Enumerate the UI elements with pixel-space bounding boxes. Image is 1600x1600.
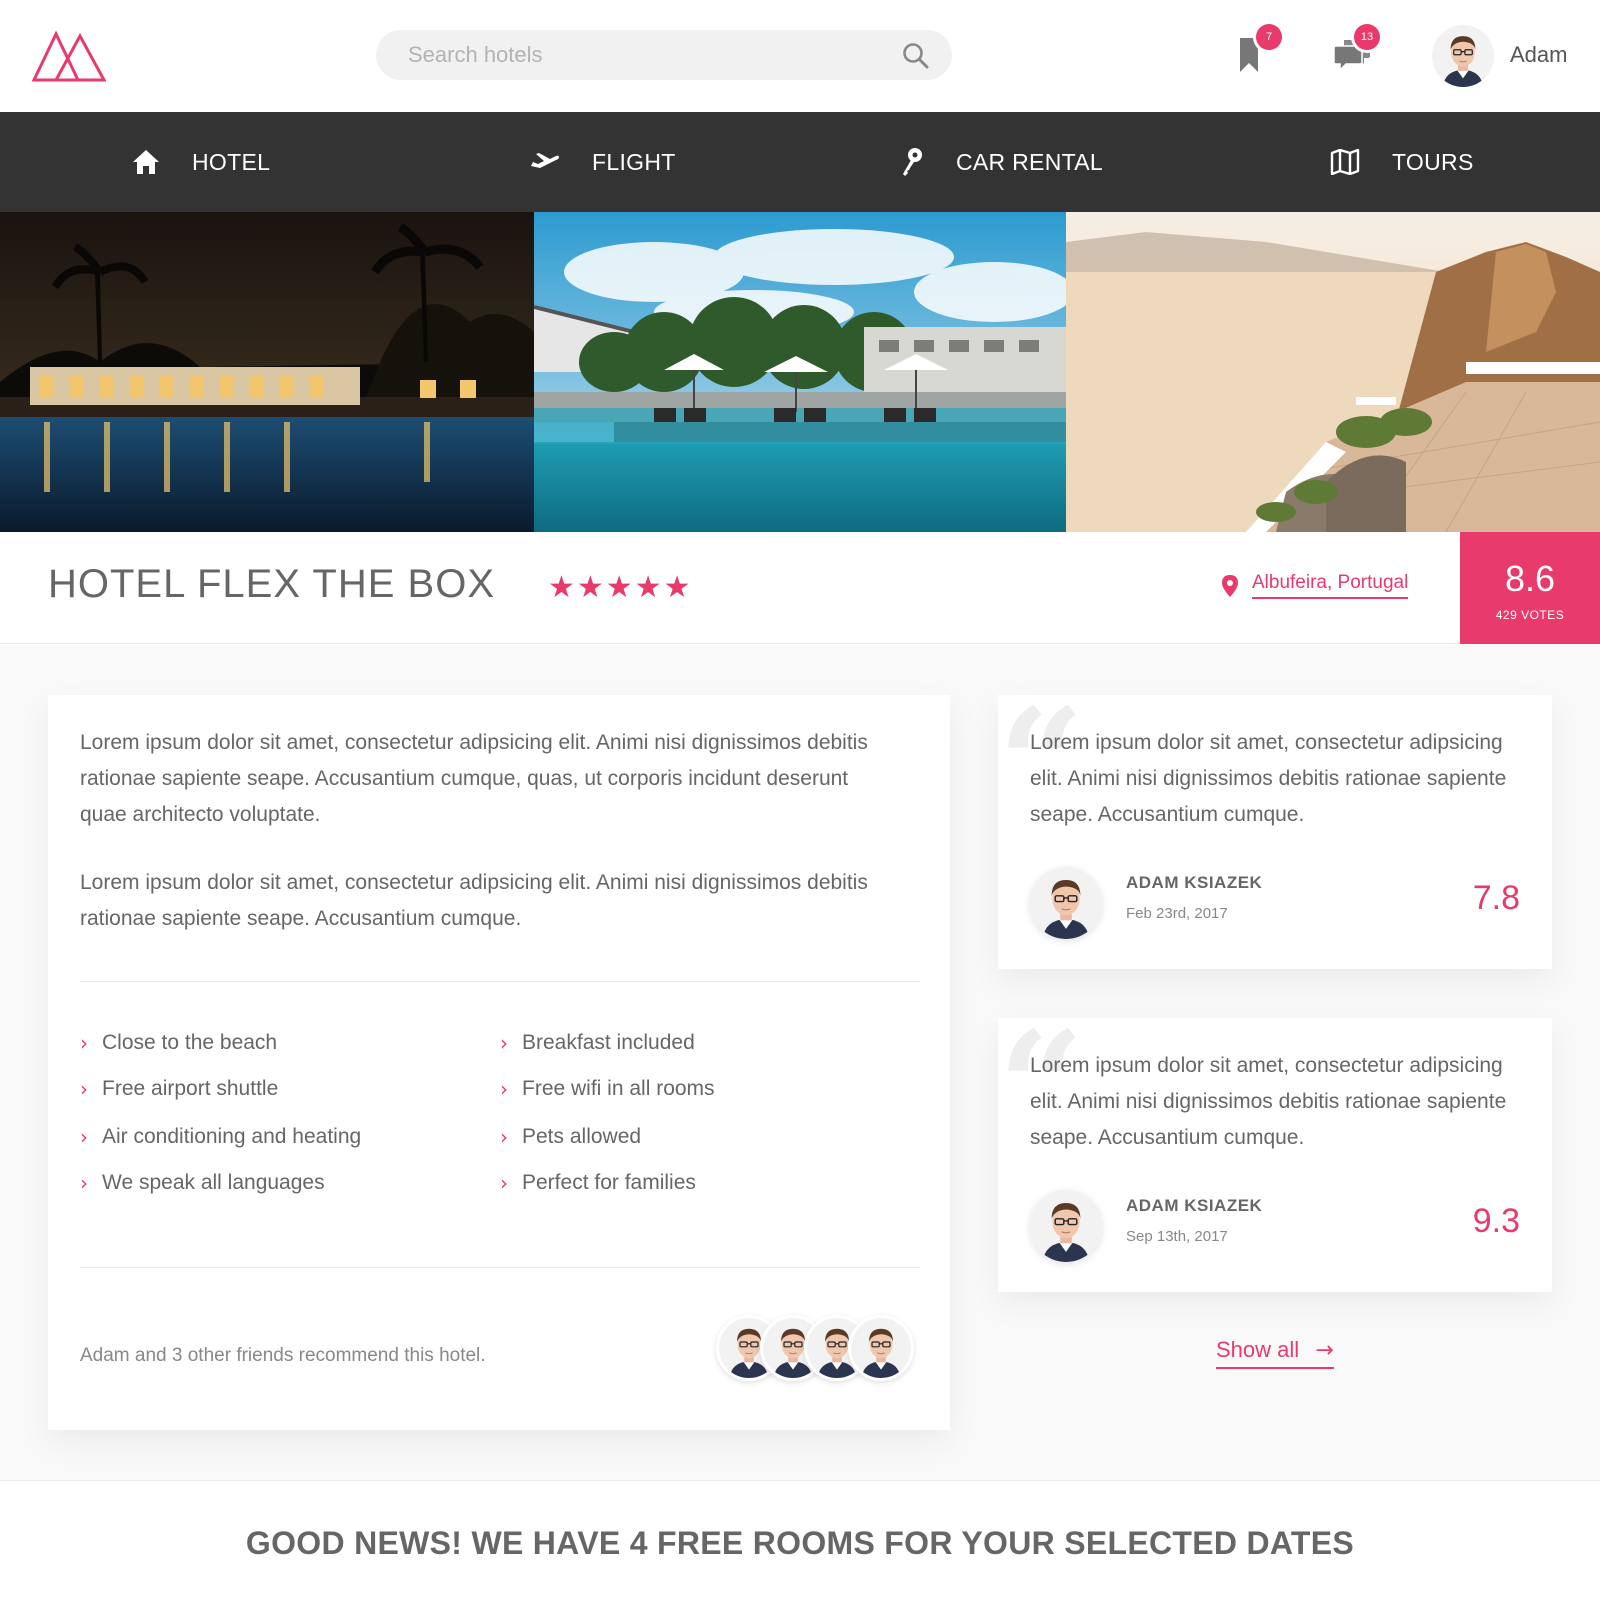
description-paragraph: Lorem ipsum dolor sit amet, consectetur … xyxy=(80,731,868,826)
bookmark-icon xyxy=(1240,38,1258,72)
arrow-right-icon: → xyxy=(1315,1338,1334,1363)
amenity-item: › Air conditioning and heating xyxy=(80,1125,362,1149)
gallery-photo-night-pool[interactable] xyxy=(0,212,534,532)
votes-count: 429 VOTES xyxy=(1495,608,1565,622)
main-nav: HOTEL FLIGHT CAR RENTAL TOURS xyxy=(0,112,1600,212)
top-header: 7 13 Adam xyxy=(0,0,1600,112)
chevron-right-icon: › xyxy=(500,1171,508,1195)
nav-item-car-rental[interactable]: CAR RENTAL xyxy=(900,112,1103,212)
nav-label-tours: TOURS xyxy=(1392,148,1474,175)
star-rating: ★★★★★ xyxy=(548,571,693,604)
nav-label-hotel: HOTEL xyxy=(192,148,271,175)
nav-label-flight: FLIGHT xyxy=(592,148,676,175)
chevron-right-icon: › xyxy=(80,1031,88,1055)
score-box: 8.6 429 VOTES xyxy=(1460,532,1600,644)
chevron-right-icon: › xyxy=(80,1077,88,1101)
gallery-photo-cliff-terrace[interactable] xyxy=(1066,212,1600,532)
key-icon xyxy=(903,148,922,176)
chevron-right-icon: › xyxy=(80,1125,88,1149)
hotel-details-card: Lorem ipsum dolor sit amet, consectetur … xyxy=(48,695,950,1430)
divider xyxy=(80,1267,920,1268)
amenity-item: › Perfect for families xyxy=(500,1171,696,1195)
messages-button[interactable]: 13 xyxy=(1328,22,1388,82)
nav-item-hotel[interactable]: HOTEL xyxy=(132,112,270,212)
bookmark-count-badge: 7 xyxy=(1256,24,1282,50)
search-bar xyxy=(376,30,952,80)
home-icon xyxy=(133,150,159,174)
amenity-item: › Free wifi in all rooms xyxy=(500,1077,715,1101)
nav-label-car-rental: CAR RENTAL xyxy=(956,148,1103,175)
chevron-right-icon: › xyxy=(500,1031,508,1055)
user-name[interactable]: Adam xyxy=(1510,42,1567,68)
review-date: Sep 13th, 2017 xyxy=(1126,1228,1228,1245)
nav-item-tours[interactable]: TOURS xyxy=(1330,112,1474,212)
reviewer-name[interactable]: ADAM KSIAZEK xyxy=(1126,873,1262,893)
chevron-right-icon: › xyxy=(500,1125,508,1149)
availability-banner: GOOD NEWS! WE HAVE 4 FREE ROOMS FOR YOUR… xyxy=(0,1480,1600,1600)
amenity-item: › We speak all languages xyxy=(80,1171,325,1195)
photo-gallery xyxy=(0,212,1600,532)
amenity-item: › Pets allowed xyxy=(500,1125,642,1149)
review-score: 7.8 xyxy=(1472,879,1520,917)
show-all-label: Show all xyxy=(1216,1337,1300,1362)
review-text: Lorem ipsum dolor sit amet, consectetur … xyxy=(1030,731,1507,826)
search-input[interactable] xyxy=(408,30,878,80)
description-paragraph: Lorem ipsum dolor sit amet, consectetur … xyxy=(80,871,868,930)
hotel-title-bar: HOTEL FLEX THE BOX ★★★★★ Albufeira, Port… xyxy=(0,532,1600,644)
review-card: “ Lorem ipsum dolor sit amet, consectetu… xyxy=(998,1012,1552,1292)
hotel-location: Albufeira, Portugal xyxy=(1222,572,1409,599)
location-link[interactable]: Albufeira, Portugal xyxy=(1252,572,1409,599)
gallery-photo-day-pool[interactable] xyxy=(534,212,1066,532)
logo-icon[interactable] xyxy=(32,30,106,82)
show-all-reviews-link[interactable]: Show all → xyxy=(1216,1337,1334,1369)
location-pin-icon xyxy=(1222,574,1238,597)
reviewer-name[interactable]: ADAM KSIAZEK xyxy=(1126,1196,1262,1216)
hotel-title: HOTEL FLEX THE BOX xyxy=(48,562,496,606)
friend-avatars xyxy=(716,1315,916,1381)
chevron-right-icon: › xyxy=(500,1077,508,1101)
review-card: “ Lorem ipsum dolor sit amet, consectetu… xyxy=(998,689,1552,969)
reviewer-avatar[interactable] xyxy=(1030,867,1102,939)
reviewer-avatar[interactable] xyxy=(1030,1190,1102,1262)
message-count-badge: 13 xyxy=(1354,24,1380,50)
content-area: Lorem ipsum dolor sit amet, consectetur … xyxy=(0,645,1600,1480)
bookmarks-button[interactable]: 7 xyxy=(1236,22,1286,82)
amenity-item: › Free airport shuttle xyxy=(80,1077,279,1101)
search-icon[interactable] xyxy=(902,42,930,70)
plane-icon xyxy=(531,153,559,168)
friends-recommend-text: Adam and 3 other friends recommend this … xyxy=(80,1345,486,1366)
friend-avatar[interactable] xyxy=(848,1315,914,1381)
nav-item-flight[interactable]: FLIGHT xyxy=(530,112,676,212)
review-date: Feb 23rd, 2017 xyxy=(1126,905,1228,922)
amenity-item: › Breakfast included xyxy=(500,1031,695,1055)
review-score: 9.3 xyxy=(1472,1202,1520,1240)
review-text: Lorem ipsum dolor sit amet, consectetur … xyxy=(1030,1054,1507,1149)
divider xyxy=(80,981,920,982)
availability-headline: GOOD NEWS! WE HAVE 4 FREE ROOMS FOR YOUR… xyxy=(245,1525,1355,1561)
hotel-score: 8.6 xyxy=(1504,558,1556,599)
user-avatar[interactable] xyxy=(1432,25,1494,87)
map-icon xyxy=(1330,149,1360,175)
avatar-icon xyxy=(1432,25,1494,87)
amenity-item: › Close to the beach xyxy=(80,1031,278,1055)
chevron-right-icon: › xyxy=(80,1171,88,1195)
